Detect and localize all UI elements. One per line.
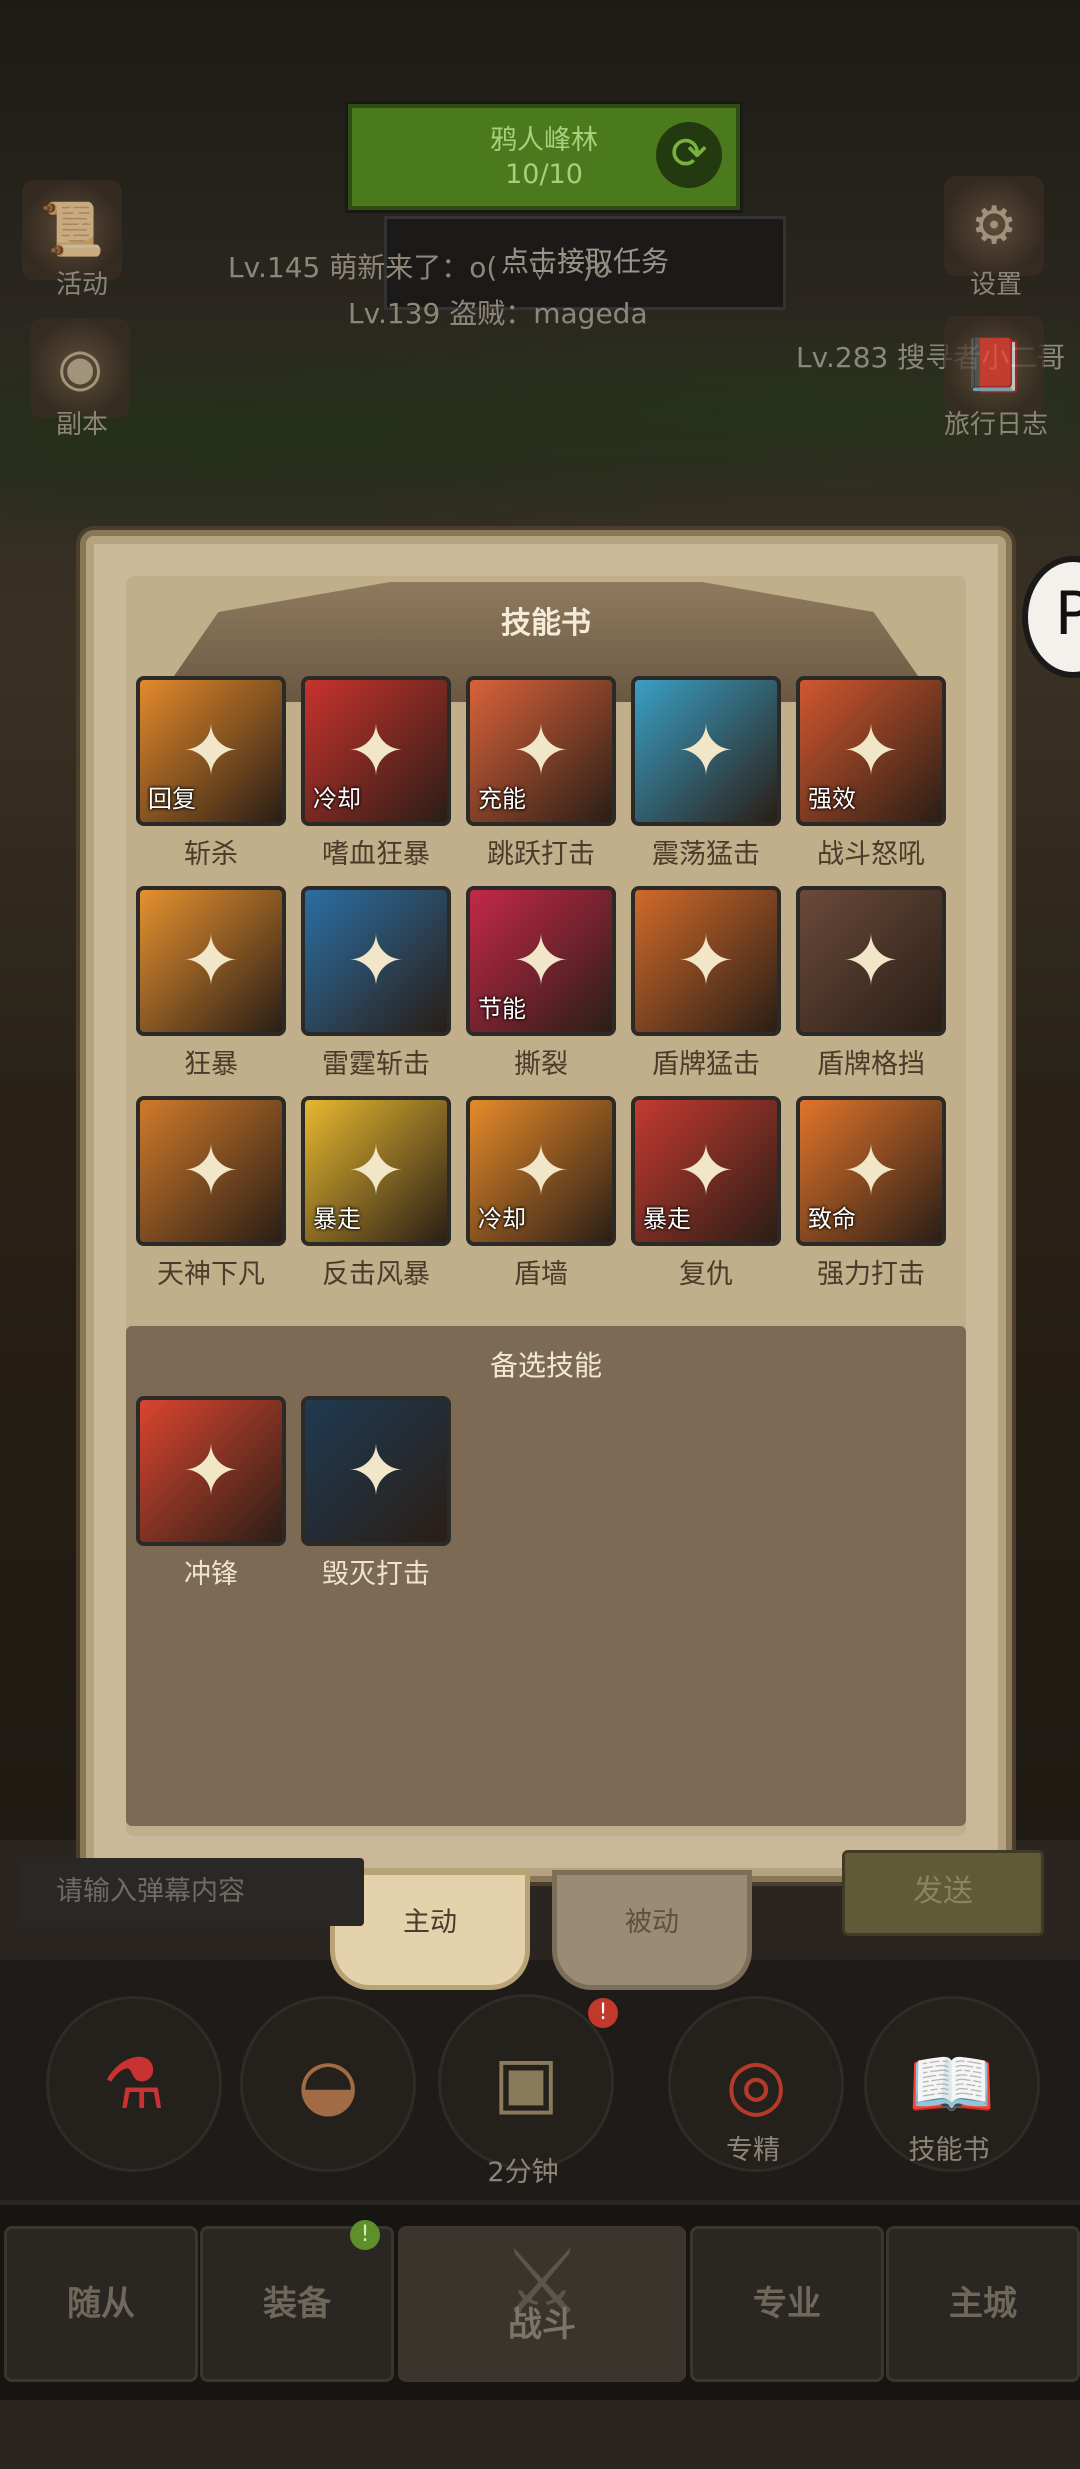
skill-name: 嗜血狂暴 (322, 839, 430, 870)
skill-name: 战斗怒吼 (817, 839, 925, 870)
skill-tag: 冷却 (478, 1205, 526, 1233)
skill-name: 撕裂 (514, 1049, 568, 1080)
skill-name: 强力打击 (817, 1259, 925, 1290)
skill-item[interactable]: ✦ 冷却盾墙 (466, 1096, 616, 1291)
feed-line: Lv.145 萌新来了：o( ´ ▽ ` )o (228, 251, 611, 284)
skillbook-label: 技能书 (908, 2135, 990, 2166)
portal-icon[interactable]: ◉ (30, 318, 130, 418)
skill-emblem-icon: ✦ (676, 710, 736, 792)
alternate-skills-title: 备选技能 (489, 1349, 602, 1382)
nav-battle[interactable]: ⚔ 战斗 (398, 2226, 686, 2382)
skill-item[interactable]: ✦ 回复斩杀 (136, 676, 286, 871)
skill-icon[interactable]: ✦ (136, 1096, 286, 1246)
settings-label: 设置 (969, 270, 1022, 300)
skill-book-panel: 技能书 ✦ 回复 斩杀 ✦ 冷却 嗜血狂暴 ✦ 充能 跳跃打击 ✦ 震荡猛击 ✦ 强效 战斗怒吼 ✦ 狂暴 ✦ 雷… (80, 530, 1012, 1882)
nav-profession[interactable]: 专业 (690, 2226, 884, 2382)
skill-item[interactable]: ✦ 暴走复仇 (631, 1096, 781, 1291)
skill-tag: 暴走 (313, 1205, 361, 1233)
skill-icon[interactable]: ✦ 充能 (466, 676, 616, 826)
skill-item[interactable]: ✦ 雷霆斩击 (301, 886, 451, 1081)
skill-tag: 强效 (808, 785, 856, 813)
skill-item[interactable]: ✦ 冷却嗜血狂暴 (301, 676, 451, 871)
skill-emblem-icon: ✦ (181, 1130, 241, 1212)
gear-icon[interactable]: ⚙ (944, 176, 1044, 276)
skill-item[interactable]: ✦ 节能撕裂 (466, 886, 616, 1081)
tab-passive-skills[interactable]: 被动 (552, 1870, 752, 1990)
danmaku-input[interactable]: 请输入弹幕内容 (22, 1858, 364, 1926)
skill-item[interactable]: ✦ 盾牌格挡 (796, 886, 946, 1081)
skill-icon[interactable]: ✦ 冷却 (301, 676, 451, 826)
skill-tag: 冷却 (313, 785, 361, 813)
alert-badge: ! (588, 1998, 618, 2028)
skill-name: 盾墙 (514, 1259, 568, 1290)
skill-tag: 暴走 (643, 1205, 691, 1233)
panel-title: 技能书 (501, 606, 591, 641)
nav-battle-label: 战斗 (508, 2305, 576, 2345)
skill-tag: 回复 (148, 785, 196, 813)
skill-item[interactable]: ✦ 震荡猛击 (631, 676, 781, 871)
skill-icon[interactable]: ✦ 暴走 (631, 1096, 781, 1246)
skill-name: 跳跃打击 (487, 839, 595, 870)
nav-main-city[interactable]: 主城 (886, 2226, 1080, 2382)
quest-box[interactable]: 鸦人峰林 10/10 ⟳ (348, 104, 740, 210)
skill-icon[interactable]: ✦ 回复 (136, 676, 286, 826)
skill-emblem-icon: ✦ (181, 1430, 241, 1512)
mastery-label: 专精 (726, 2135, 780, 2166)
nav-followers[interactable]: 随从 (4, 2226, 198, 2382)
chest-icon[interactable]: ▣ (438, 1994, 614, 2170)
skill-icon[interactable]: ✦ (136, 1396, 286, 1546)
skill-emblem-icon: ✦ (346, 920, 406, 1002)
feed-line: Lv.139 盗贼：mageda (348, 297, 648, 330)
skill-name: 震荡猛击 (652, 839, 760, 870)
send-button[interactable]: 发送 (842, 1850, 1044, 1936)
skill-icon[interactable]: ✦ (631, 886, 781, 1036)
skill-icon[interactable]: ✦ (301, 1396, 451, 1546)
bread-icon[interactable]: ◒ (240, 1996, 416, 2172)
skill-item[interactable]: ✦ 狂暴 (136, 886, 286, 1081)
skill-item[interactable]: ✦ 冲锋 (136, 1396, 286, 1591)
skill-icon[interactable]: ✦ 节能 (466, 886, 616, 1036)
skill-emblem-icon: ✦ (676, 920, 736, 1002)
skill-name: 盾牌格挡 (817, 1049, 925, 1080)
skill-tag: 节能 (478, 995, 526, 1023)
skill-icon[interactable]: ✦ (136, 886, 286, 1036)
skill-name: 天神下凡 (157, 1259, 265, 1290)
skill-tag: 致命 (808, 1205, 856, 1233)
potion-icon[interactable]: ⚗ (46, 1996, 222, 2172)
chest-timer: 2分钟 (487, 2157, 559, 2188)
skill-name: 反击风暴 (322, 1259, 430, 1290)
skill-icon[interactable]: ✦ 强效 (796, 676, 946, 826)
refresh-icon[interactable]: ⟳ (656, 122, 722, 188)
skill-name: 毁灭打击 (322, 1559, 430, 1590)
skill-emblem-icon: ✦ (841, 920, 901, 1002)
skill-icon[interactable]: ✦ (631, 676, 781, 826)
skill-icon[interactable]: ✦ 致命 (796, 1096, 946, 1246)
skill-tag: 充能 (478, 785, 526, 813)
dungeon-label: 副本 (55, 410, 108, 440)
journal-label: 旅行日志 (943, 410, 1048, 440)
notification-badge: ! (350, 2220, 380, 2250)
skill-icon[interactable]: ✦ (301, 886, 451, 1036)
skill-name: 复仇 (679, 1259, 733, 1290)
journal-icon[interactable]: 📕 (944, 316, 1044, 416)
skill-item[interactable]: ✦ 充能跳跃打击 (466, 676, 616, 871)
skill-emblem-icon: ✦ (346, 1430, 406, 1512)
activity-label: 活动 (55, 270, 108, 300)
skill-icon[interactable]: ✦ 暴走 (301, 1096, 451, 1246)
skill-item[interactable]: ✦ 强效战斗怒吼 (796, 676, 946, 871)
skill-name: 雷霆斩击 (322, 1049, 430, 1080)
skill-item[interactable]: ✦ 暴走反击风暴 (301, 1096, 451, 1291)
skill-icon[interactable]: ✦ 冷却 (466, 1096, 616, 1246)
skill-item[interactable]: ✦ 天神下凡 (136, 1096, 286, 1291)
skill-name: 冲锋 (184, 1559, 238, 1590)
alternate-skills-area: 备选技能 ✦ 冲锋 ✦ 毁灭打击 (126, 1326, 966, 1826)
skill-name: 狂暴 (184, 1049, 238, 1080)
skill-icon[interactable]: ✦ (796, 886, 946, 1036)
skill-item[interactable]: ✦ 毁灭打击 (301, 1396, 451, 1591)
skill-item[interactable]: ✦ 盾牌猛击 (631, 886, 781, 1081)
skill-emblem-icon: ✦ (181, 920, 241, 1002)
skill-item[interactable]: ✦ 致命强力打击 (796, 1096, 946, 1291)
skill-name: 盾牌猛击 (652, 1049, 760, 1080)
skill-name: 斩杀 (184, 839, 238, 870)
